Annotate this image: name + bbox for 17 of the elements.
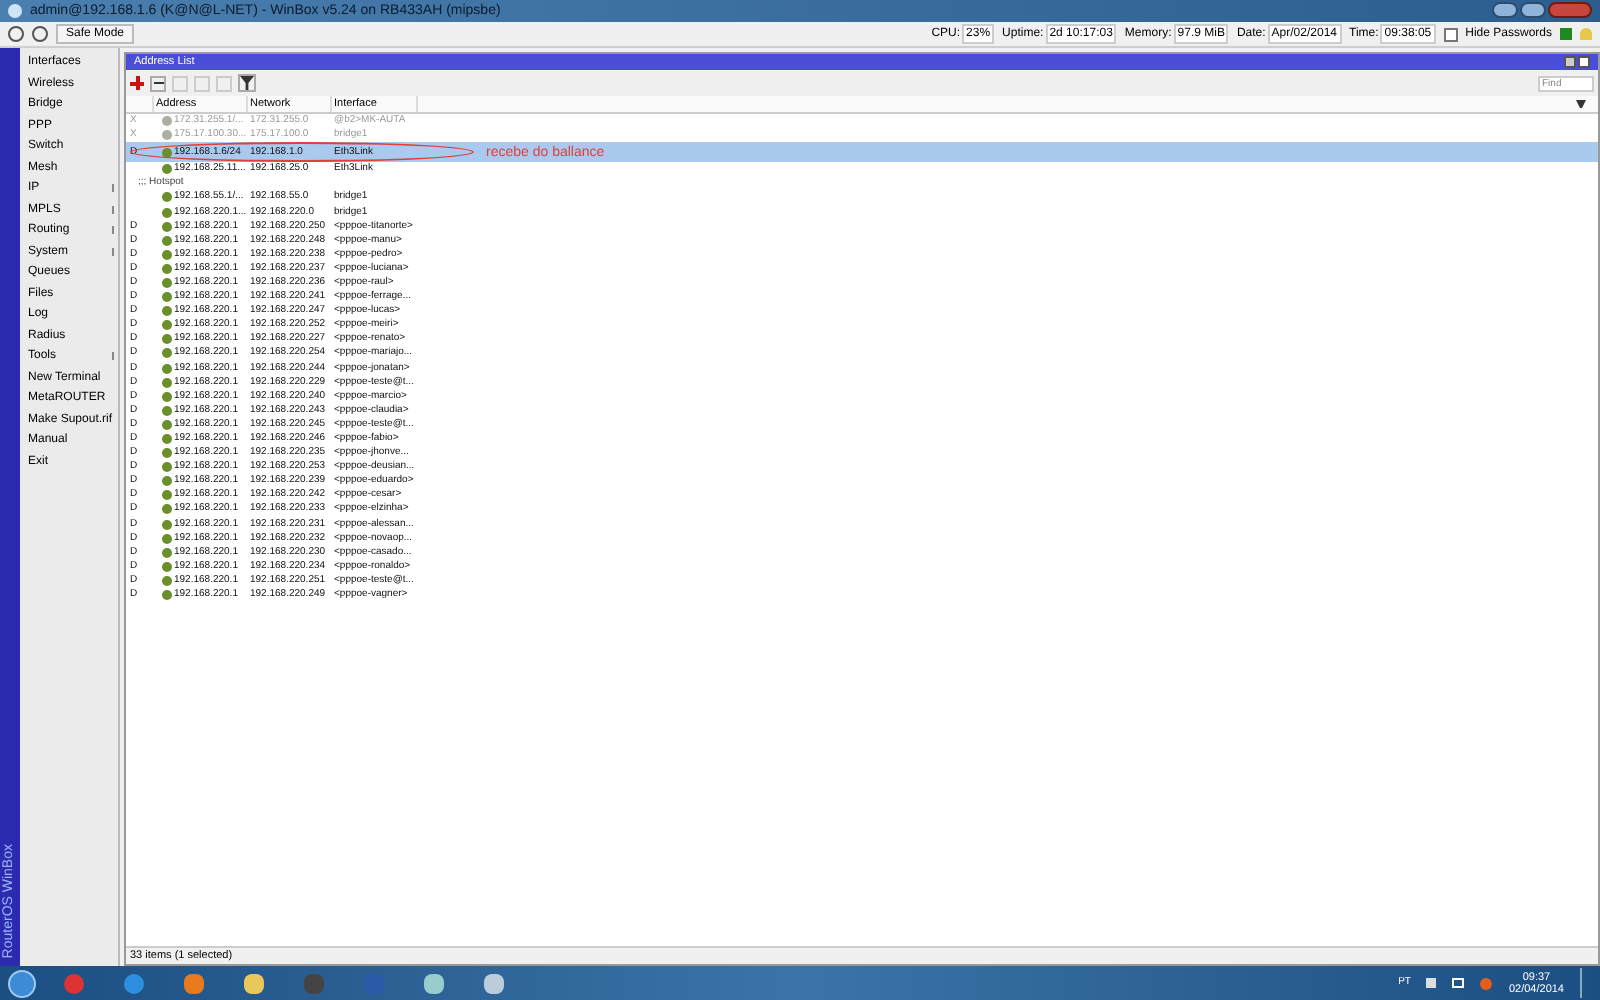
- start-button[interactable]: [8, 969, 36, 997]
- checkbox[interactable]: [1443, 27, 1458, 41]
- remove-button[interactable]: [150, 75, 166, 91]
- add-icon[interactable]: [130, 76, 144, 90]
- dropdown-arrow-icon[interactable]: [1576, 99, 1586, 109]
- maximize-button[interactable]: [1520, 2, 1546, 18]
- submenu-arrow-icon: [110, 352, 114, 361]
- app-icon: [8, 4, 22, 18]
- submenu-arrow-icon: [110, 247, 114, 256]
- restore-button[interactable]: [1564, 56, 1576, 68]
- status-square-icon: [1560, 28, 1572, 40]
- close-button[interactable]: [1578, 56, 1590, 68]
- filter-button[interactable]: [238, 74, 256, 92]
- submenu-arrow-icon: [110, 205, 114, 214]
- submenu-arrow-icon: [110, 226, 114, 235]
- submenu-arrow-icon: [110, 184, 114, 193]
- minimize-button[interactable]: [1492, 2, 1518, 18]
